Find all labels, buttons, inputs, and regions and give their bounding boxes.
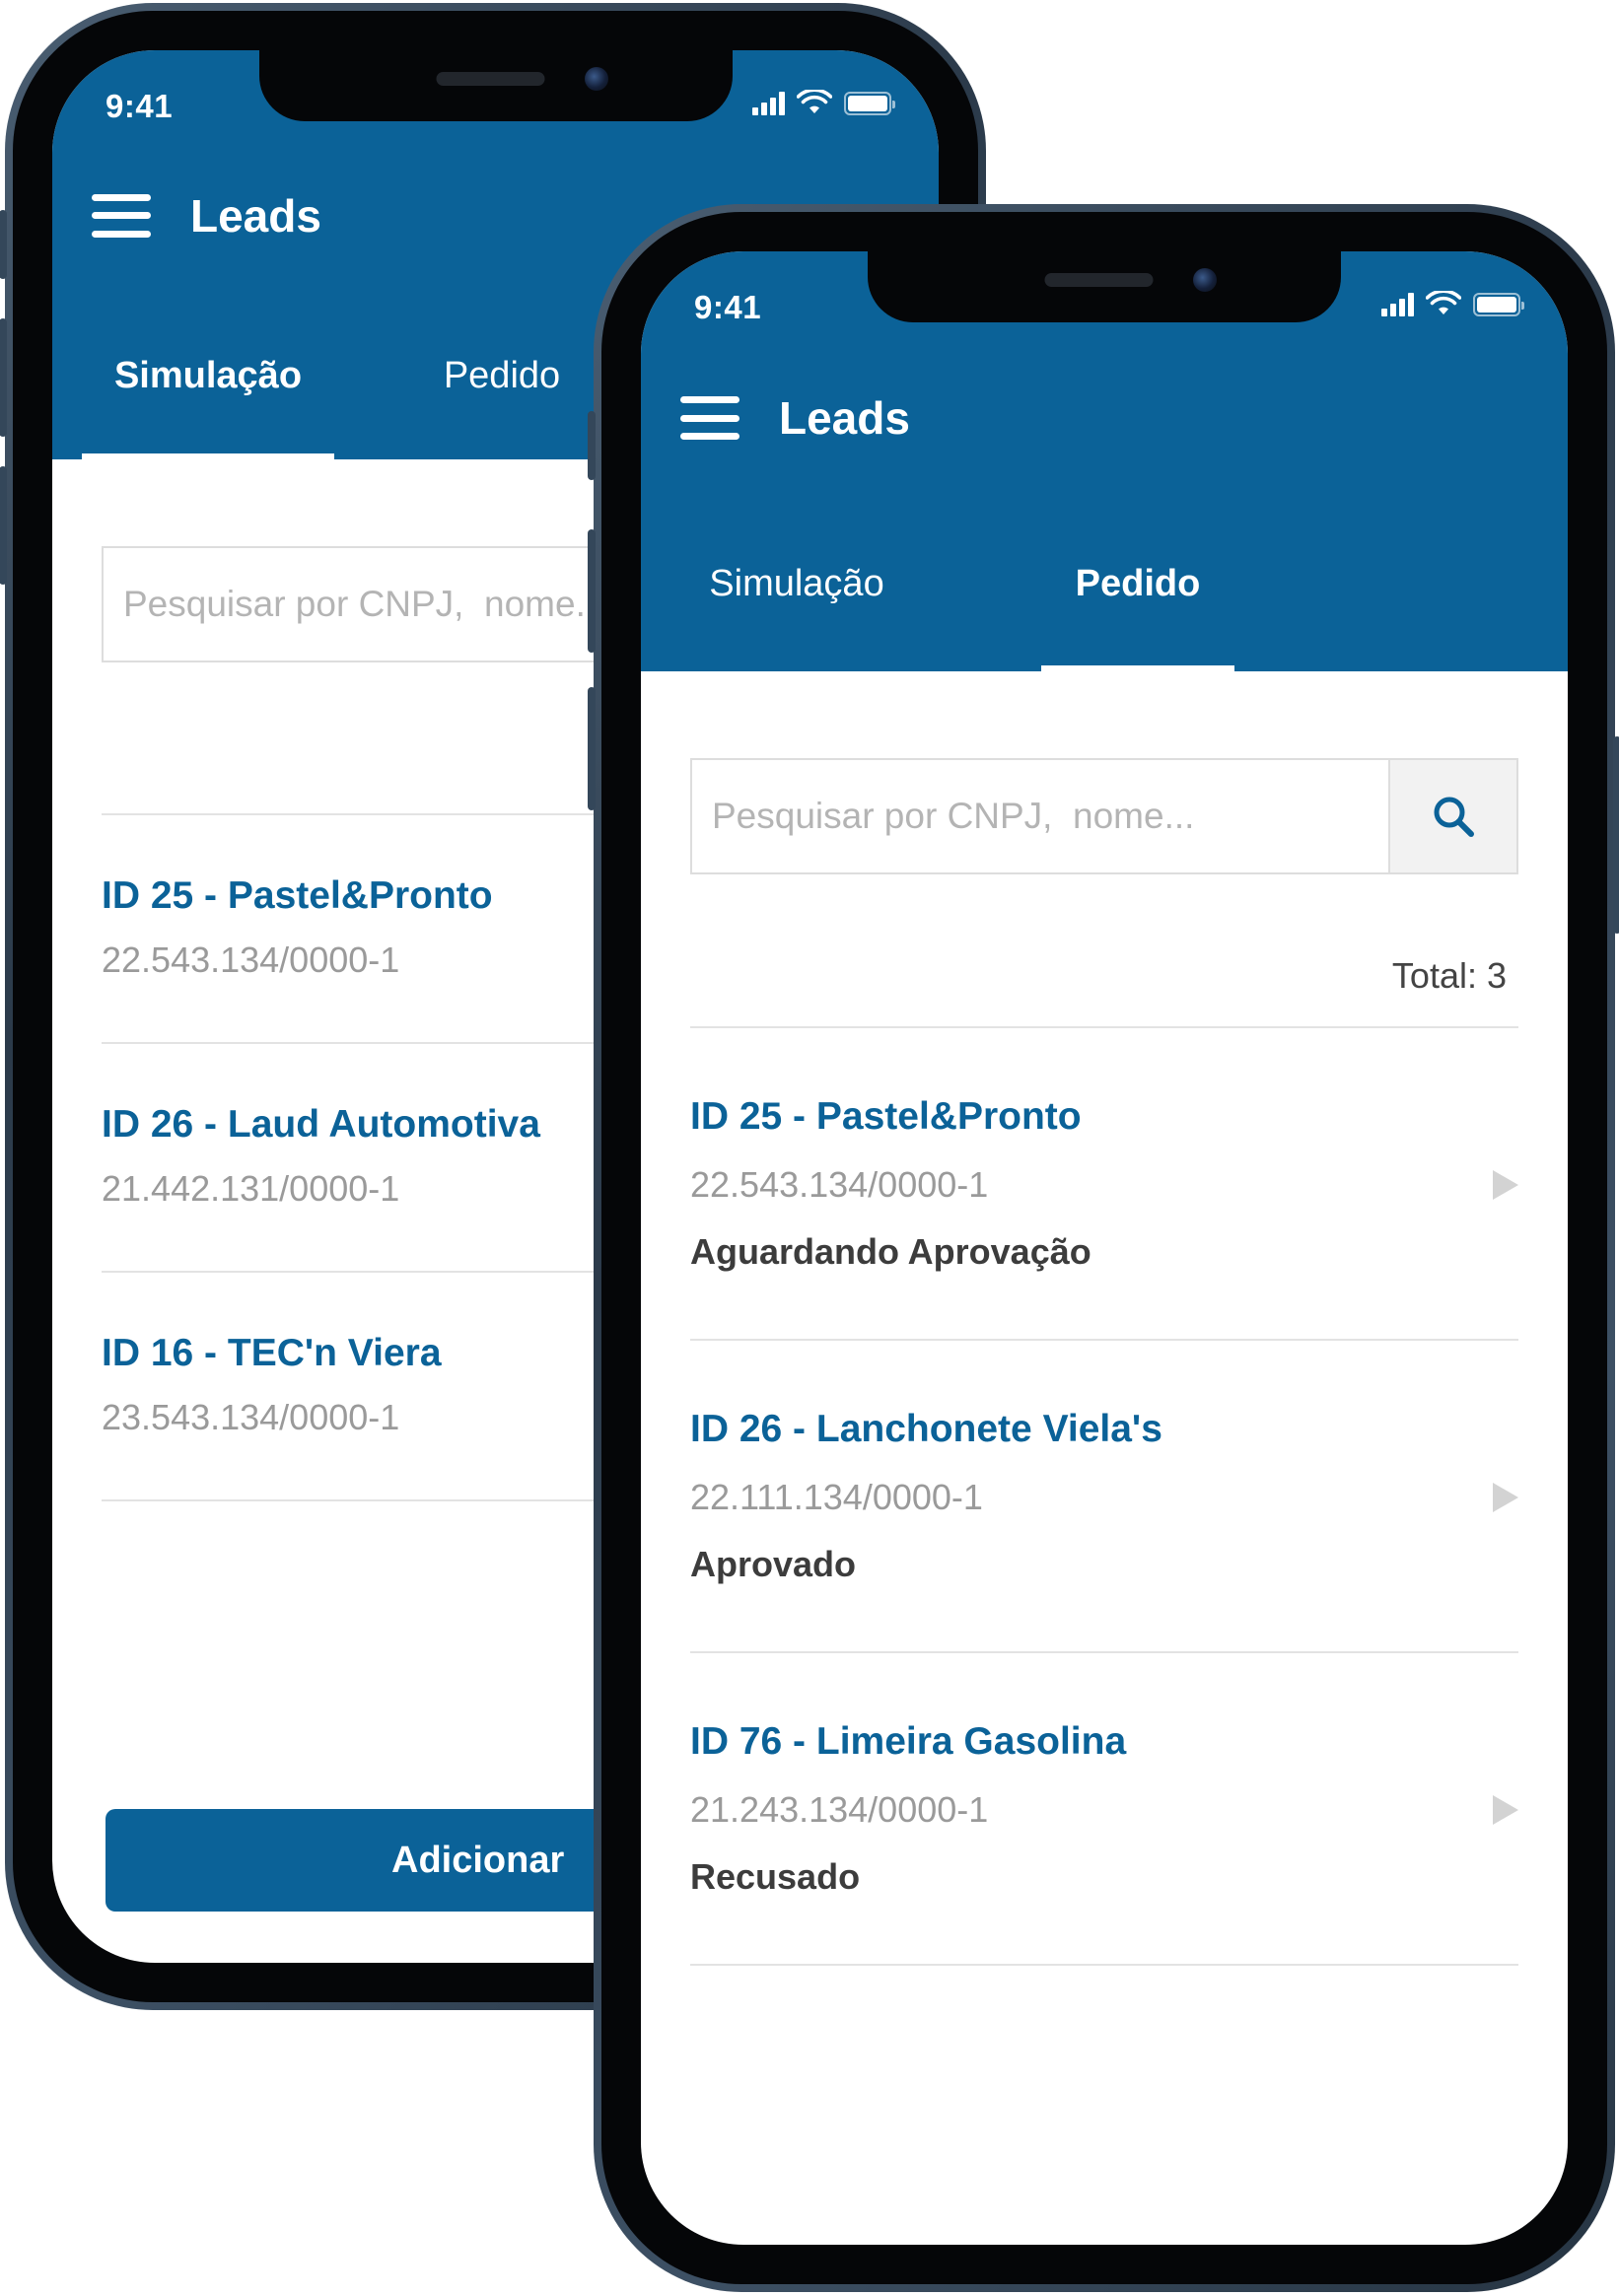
hamburger-icon[interactable]: [680, 396, 739, 440]
signal-icon: [752, 92, 785, 115]
list-item[interactable]: ID 76 - Limeira Gasolina 21.243.134/0000…: [690, 1653, 1518, 1966]
tab-pedido[interactable]: Pedido: [403, 292, 600, 459]
lead-cnpj: 21.243.134/0000-1: [690, 1789, 989, 1830]
search-input[interactable]: [692, 760, 1388, 872]
list-item[interactable]: ID 26 - Lanchonete Viela's 22.111.134/00…: [690, 1341, 1518, 1653]
front-screen: 9:41 Leads Simulação Pedido Pesquisar po…: [641, 251, 1568, 2245]
volume-down-button: [0, 466, 7, 585]
lead-title: ID 76 - Limeira Gasolina: [690, 1720, 1127, 1763]
search-box: [690, 758, 1518, 874]
signal-icon: [1381, 293, 1414, 316]
notch: [868, 251, 1341, 322]
total-count: Total: 3: [1391, 955, 1507, 996]
page-title: Leads: [779, 392, 910, 444]
camera-icon: [1193, 268, 1217, 292]
status-time: 9:41: [694, 289, 762, 325]
title-row: Leads: [641, 340, 1568, 496]
power-button: [1613, 736, 1619, 934]
wifi-icon: [797, 90, 832, 113]
volume-down-button: [588, 687, 596, 810]
search-button[interactable]: [1388, 760, 1516, 872]
lead-status: Recusado: [690, 1856, 861, 1897]
speaker: [436, 72, 544, 86]
lead-status: Aprovado: [690, 1544, 857, 1584]
lead-status: Aguardando Aprovação: [690, 1231, 1091, 1272]
status-time: 9:41: [106, 88, 174, 124]
chevron-right-icon[interactable]: [1493, 1483, 1518, 1512]
volume-up-button: [588, 529, 596, 653]
hamburger-icon[interactable]: [92, 193, 151, 238]
tab-simulacao[interactable]: Simulação: [82, 292, 334, 459]
lead-title: ID 25 - Pastel&Pronto: [690, 1095, 1082, 1138]
status-icons: [1381, 291, 1524, 316]
battery-icon: [844, 92, 895, 115]
front-phone: 9:41 Leads Simulação Pedido Pesquisar po…: [588, 204, 1619, 2292]
mockup-stage: 9:41 Leads Simulação Pedido Pesquisar po…: [0, 0, 1619, 2296]
search-icon: [1434, 797, 1474, 837]
lead-title: ID 26 - Lanchonete Viela's: [690, 1408, 1162, 1450]
lead-cnpj: 22.543.134/0000-1: [690, 1164, 989, 1205]
tab-simulacao[interactable]: Simulação: [670, 496, 923, 671]
wifi-icon: [1426, 291, 1461, 314]
volume-up-button: [0, 318, 7, 437]
battery-icon: [1473, 293, 1524, 316]
chevron-right-icon[interactable]: [1493, 1795, 1518, 1825]
silent-switch: [588, 411, 596, 480]
list-item[interactable]: ID 25 - Pastel&Pronto 22.543.134/0000-1 …: [690, 1028, 1518, 1341]
tab-pedido[interactable]: Pedido: [1041, 496, 1234, 671]
page-title: Leads: [190, 189, 321, 242]
silent-switch: [0, 210, 7, 279]
chevron-right-icon[interactable]: [1493, 1170, 1518, 1200]
phone-bezel: 9:41 Leads Simulação Pedido Pesquisar po…: [601, 212, 1607, 2284]
lead-cnpj: 22.111.134/0000-1: [690, 1477, 983, 1517]
speaker: [1044, 273, 1154, 287]
camera-icon: [584, 67, 608, 91]
content-area: Total: 3 ID 25 - Pastel&Pronto 22.543.13…: [641, 758, 1568, 1966]
notch: [258, 50, 733, 121]
tab-bar: Simulação Pedido: [641, 496, 1568, 671]
status-icons: [752, 90, 895, 115]
